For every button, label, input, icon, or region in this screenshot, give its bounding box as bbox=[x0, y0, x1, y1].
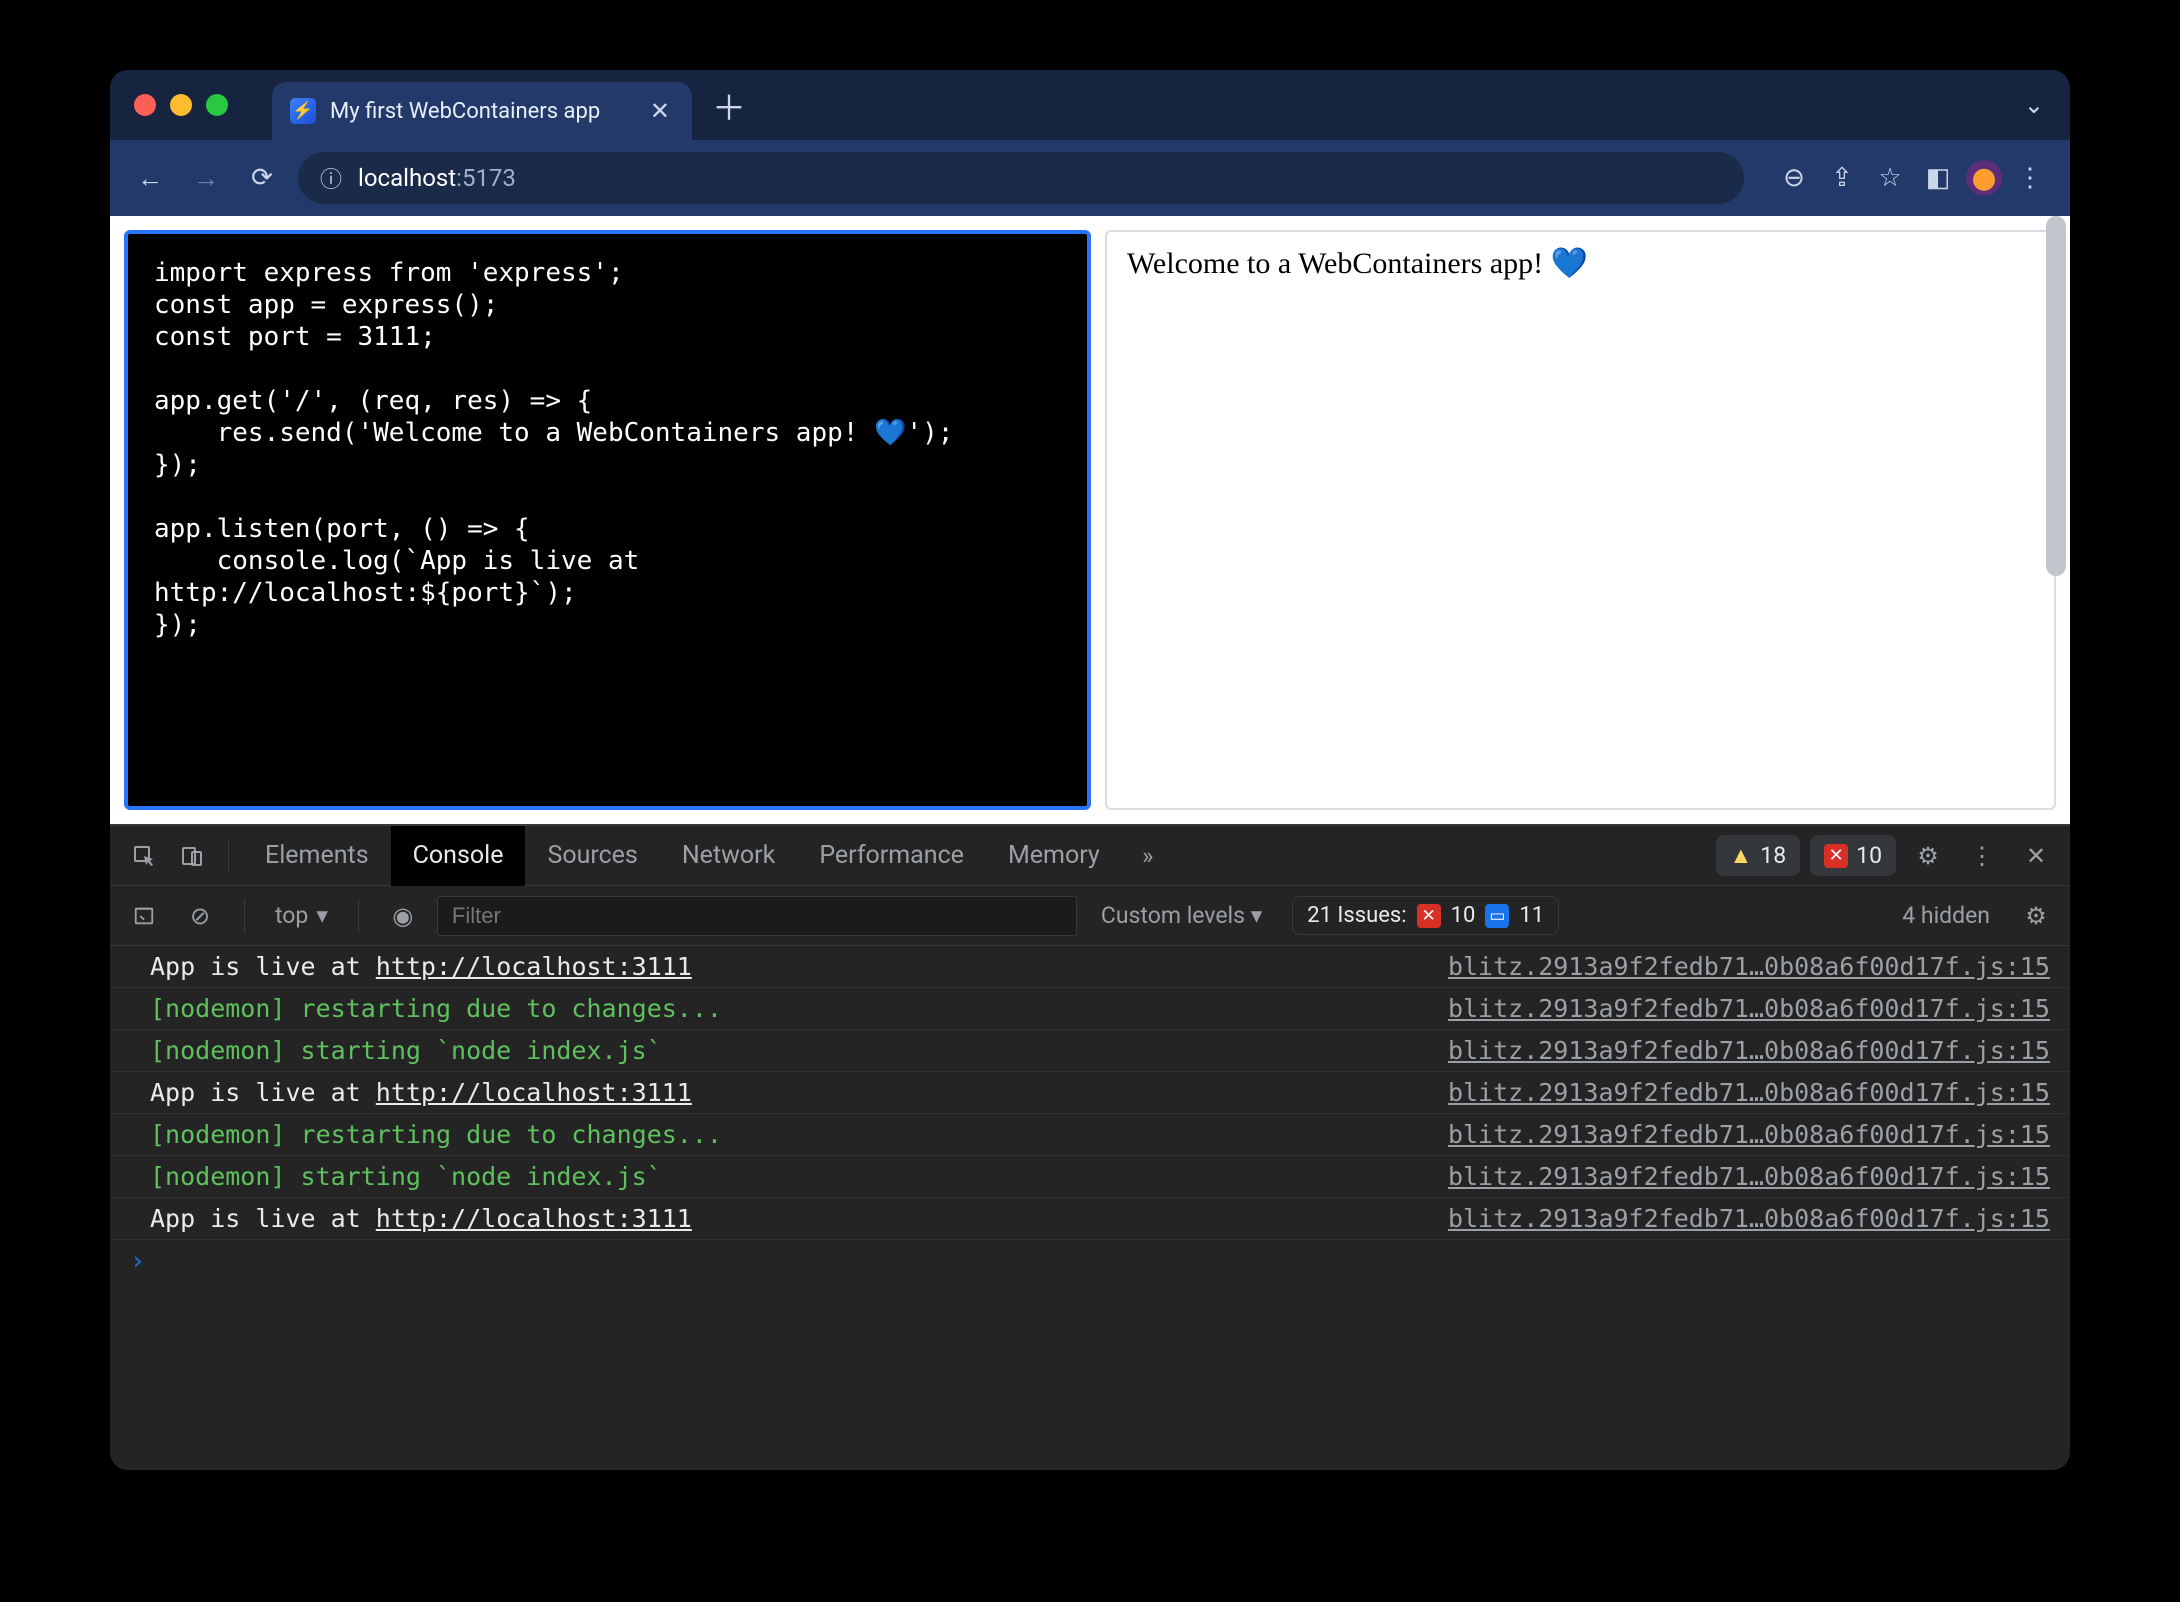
console-message: [nodemon] starting `node index.js` bbox=[150, 1162, 662, 1191]
url-text: localhost:5173 bbox=[358, 164, 516, 192]
console-source-link[interactable]: blitz.2913a9f2fedb71…0b08a6f00d17f.js:15 bbox=[1448, 1204, 2050, 1233]
profile-avatar[interactable] bbox=[1966, 160, 2002, 196]
console-source-link[interactable]: blitz.2913a9f2fedb71…0b08a6f00d17f.js:15 bbox=[1448, 994, 2050, 1023]
zoom-icon[interactable]: ⊖ bbox=[1774, 158, 1814, 198]
devtools-tab-console[interactable]: Console bbox=[391, 826, 526, 886]
share-icon[interactable]: ⇪ bbox=[1822, 158, 1862, 198]
console-link[interactable]: http://localhost:3111 bbox=[376, 1078, 692, 1107]
console-message: [nodemon] restarting due to changes... bbox=[150, 994, 722, 1023]
forward-button[interactable]: → bbox=[186, 158, 226, 198]
devtools-close-icon[interactable]: ✕ bbox=[2014, 834, 2058, 878]
console-row: [nodemon] restarting due to changes... bl… bbox=[110, 1114, 2070, 1156]
device-toggle-icon[interactable] bbox=[170, 834, 214, 878]
console-source-link[interactable]: blitz.2913a9f2fedb71…0b08a6f00d17f.js:15 bbox=[1448, 952, 2050, 981]
site-info-icon[interactable]: ⓘ bbox=[320, 162, 342, 194]
console-source-link[interactable]: blitz.2913a9f2fedb71…0b08a6f00d17f.js:15 bbox=[1448, 1036, 2050, 1065]
live-expression-icon[interactable]: ◉ bbox=[381, 894, 425, 938]
browser-tab[interactable]: ⚡ My first WebContainers app ✕ bbox=[272, 82, 692, 140]
devtools-settings-icon[interactable]: ⚙ bbox=[1906, 834, 1950, 878]
console-settings-icon[interactable]: ⚙ bbox=[2014, 894, 2058, 938]
issues-badge[interactable]: 21 Issues: ✕ 10 ▭ 11 bbox=[1292, 896, 1559, 935]
console-link[interactable]: http://localhost:3111 bbox=[376, 1204, 692, 1233]
maximize-window-button[interactable] bbox=[206, 94, 228, 116]
devtools-tab-elements[interactable]: Elements bbox=[243, 826, 391, 886]
console-toolbar: ⊘ top▾ ◉ Custom levels ▾ 21 Issues: ✕ 10… bbox=[110, 886, 2070, 946]
clear-console-icon[interactable]: ⊘ bbox=[178, 894, 222, 938]
console-message: App is live at http://localhost:3111 bbox=[150, 952, 692, 981]
browser-window: ⚡ My first WebContainers app ✕ ＋ ⌄ ← → ⟳… bbox=[110, 70, 2070, 1470]
console-row: App is live at http://localhost:3111 blit… bbox=[110, 946, 2070, 988]
devtools-tab-performance[interactable]: Performance bbox=[797, 826, 986, 886]
console-message: [nodemon] starting `node index.js` bbox=[150, 1036, 662, 1065]
log-levels-selector[interactable]: Custom levels ▾ bbox=[1101, 902, 1262, 929]
tab-strip: ⚡ My first WebContainers app ✕ ＋ ⌄ bbox=[110, 70, 2070, 140]
console-row: App is live at http://localhost:3111 blit… bbox=[110, 1198, 2070, 1240]
warning-icon: ▲ bbox=[1730, 842, 1753, 869]
devtools-tabstrip: ElementsConsoleSourcesNetworkPerformance… bbox=[110, 826, 2070, 886]
error-icon: ✕ bbox=[1417, 904, 1441, 928]
bookmark-icon[interactable]: ☆ bbox=[1870, 158, 1910, 198]
console-message: App is live at http://localhost:3111 bbox=[150, 1204, 692, 1233]
code-editor[interactable]: import express from 'express'; const app… bbox=[124, 230, 1091, 810]
page-viewport: import express from 'express'; const app… bbox=[110, 216, 2070, 824]
console-row: [nodemon] starting `node index.js` blitz.… bbox=[110, 1030, 2070, 1072]
devtools-panel: ElementsConsoleSourcesNetworkPerformance… bbox=[110, 824, 2070, 1470]
back-button[interactable]: ← bbox=[130, 158, 170, 198]
bolt-icon: ⚡ bbox=[290, 98, 316, 124]
console-row: [nodemon] starting `node index.js` blitz.… bbox=[110, 1156, 2070, 1198]
inspect-icon[interactable] bbox=[122, 834, 166, 878]
context-selector[interactable]: top▾ bbox=[267, 902, 336, 929]
console-filter-input[interactable] bbox=[437, 896, 1077, 936]
close-tab-icon[interactable]: ✕ bbox=[646, 97, 674, 125]
console-source-link[interactable]: blitz.2913a9f2fedb71…0b08a6f00d17f.js:15 bbox=[1448, 1078, 2050, 1107]
console-row: App is live at http://localhost:3111 blit… bbox=[110, 1072, 2070, 1114]
devtools-tab-network[interactable]: Network bbox=[660, 826, 797, 886]
console-link[interactable]: http://localhost:3111 bbox=[376, 952, 692, 981]
traffic-lights bbox=[134, 94, 228, 116]
preview-text: Welcome to a WebContainers app! 💙 bbox=[1127, 247, 1588, 280]
close-window-button[interactable] bbox=[134, 94, 156, 116]
hidden-count[interactable]: 4 hidden bbox=[1902, 902, 1990, 929]
error-icon: ✕ bbox=[1824, 844, 1848, 868]
errors-badge[interactable]: ✕ 10 bbox=[1810, 835, 1896, 876]
warnings-badge[interactable]: ▲ 18 bbox=[1716, 835, 1801, 876]
devtools-tab-sources[interactable]: Sources bbox=[525, 826, 659, 886]
browser-toolbar: ← → ⟳ ⓘ localhost:5173 ⊖ ⇪ ☆ ◧ ⋮ bbox=[110, 140, 2070, 216]
devtools-menu-icon[interactable]: ⋮ bbox=[1960, 834, 2004, 878]
sidepanel-icon[interactable]: ◧ bbox=[1918, 158, 1958, 198]
tab-title: My first WebContainers app bbox=[330, 99, 632, 124]
tab-overflow-icon[interactable]: ⌄ bbox=[2024, 91, 2044, 119]
minimize-window-button[interactable] bbox=[170, 94, 192, 116]
reload-button[interactable]: ⟳ bbox=[242, 158, 282, 198]
new-tab-button[interactable]: ＋ bbox=[712, 81, 746, 130]
console-row: [nodemon] restarting due to changes... bl… bbox=[110, 988, 2070, 1030]
console-sidebar-icon[interactable] bbox=[122, 894, 166, 938]
console-source-link[interactable]: blitz.2913a9f2fedb71…0b08a6f00d17f.js:15 bbox=[1448, 1162, 2050, 1191]
info-icon: ▭ bbox=[1485, 904, 1509, 928]
preview-pane: Welcome to a WebContainers app! 💙 bbox=[1105, 230, 2056, 810]
console-prompt[interactable]: › bbox=[110, 1240, 2070, 1281]
console-output[interactable]: App is live at http://localhost:3111 blit… bbox=[110, 946, 2070, 1470]
address-bar[interactable]: ⓘ localhost:5173 bbox=[298, 152, 1744, 204]
menu-icon[interactable]: ⋮ bbox=[2010, 158, 2050, 198]
console-source-link[interactable]: blitz.2913a9f2fedb71…0b08a6f00d17f.js:15 bbox=[1448, 1120, 2050, 1149]
console-message: [nodemon] restarting due to changes... bbox=[150, 1120, 722, 1149]
more-tabs-icon[interactable]: » bbox=[1126, 834, 1170, 878]
page-scrollbar[interactable] bbox=[2046, 216, 2066, 576]
devtools-tab-memory[interactable]: Memory bbox=[986, 826, 1122, 886]
console-message: App is live at http://localhost:3111 bbox=[150, 1078, 692, 1107]
